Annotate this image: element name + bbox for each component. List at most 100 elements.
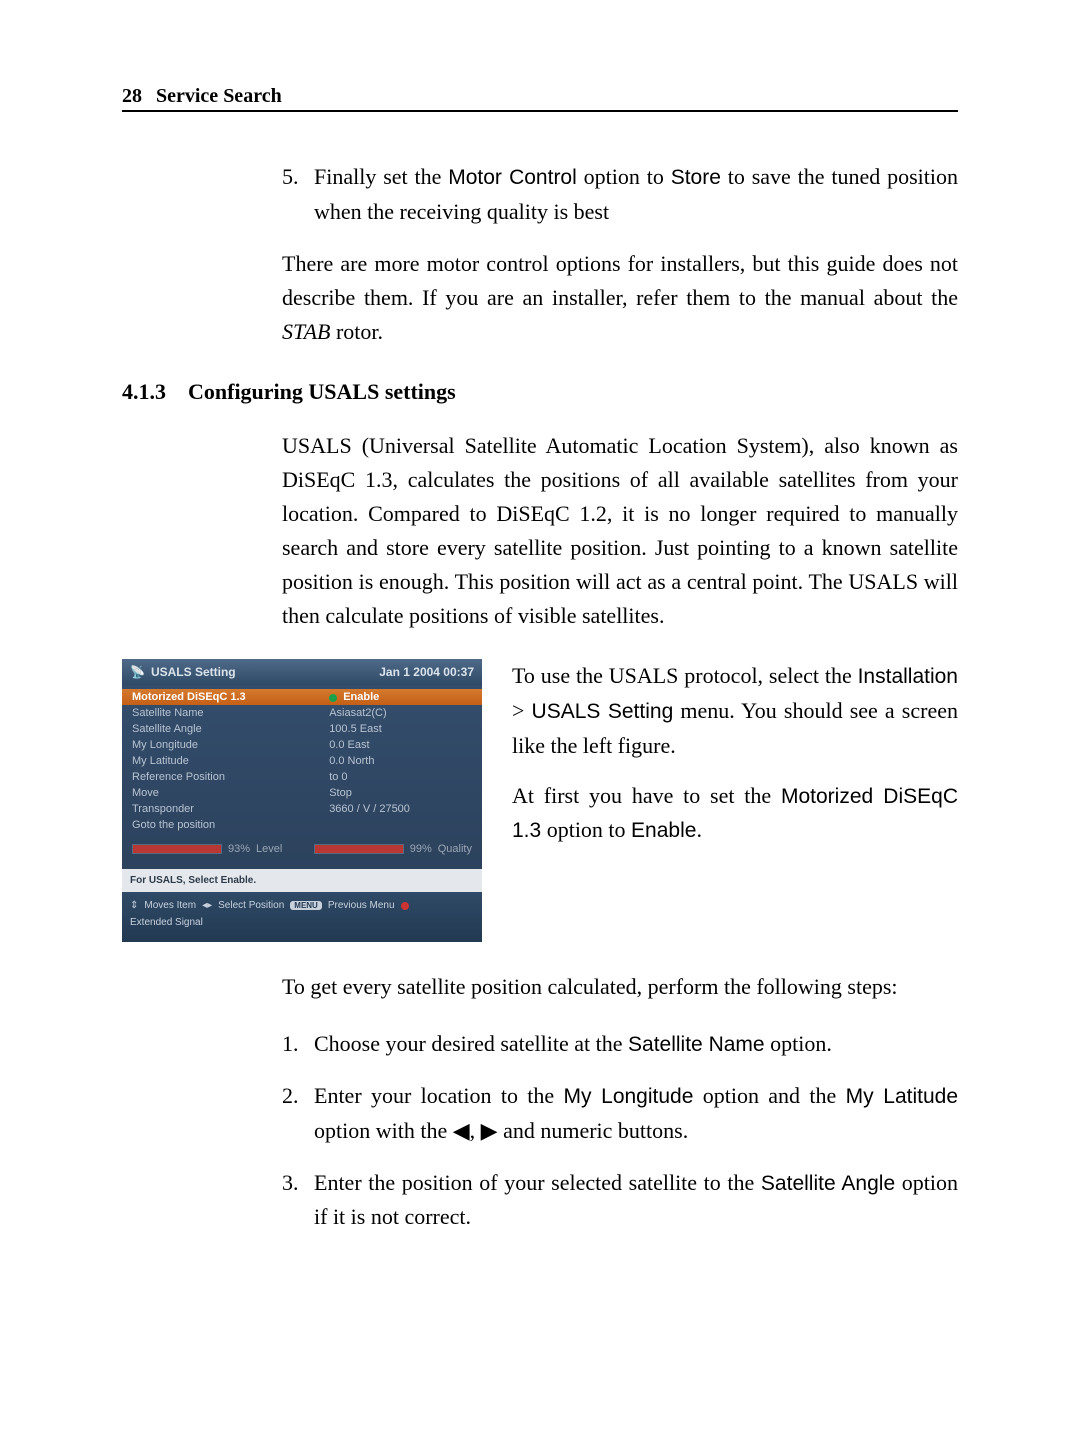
body-text: option to bbox=[541, 817, 631, 842]
leftright-icon: ◂▸ bbox=[202, 900, 212, 911]
side-para-2: At first you have to set the Motorized D… bbox=[512, 779, 958, 848]
usals-row-motorized[interactable]: Motorized DiSEqC 1.3 Enable bbox=[122, 689, 482, 705]
ui-option-satname: Satellite Name bbox=[628, 1033, 765, 1056]
list-number: 1. bbox=[282, 1027, 299, 1061]
row-label: My Longitude bbox=[132, 739, 329, 751]
usals-screenshot: 📡 USALS Setting Jan 1 2004 00:37 Motoriz… bbox=[122, 659, 482, 942]
key-strip: ⇕ Moves Item ◂▸ Select Position MENU Pre… bbox=[122, 892, 482, 942]
row-label: Transponder bbox=[132, 803, 329, 815]
ui-option-latitude: My Latitude bbox=[846, 1085, 958, 1108]
usals-intro: USALS (Universal Satellite Automatic Loc… bbox=[282, 429, 958, 634]
body-text: Enter the position of your selected sate… bbox=[314, 1170, 761, 1195]
row-label: Reference Position bbox=[132, 771, 329, 783]
body-text: . bbox=[696, 817, 702, 842]
body-text: option and the bbox=[693, 1083, 845, 1108]
ui-menu-installation: Installation bbox=[858, 665, 958, 688]
row-label: Satellite Angle bbox=[132, 723, 329, 735]
step-1: 1. Choose your desired satellite at the … bbox=[282, 1027, 958, 1062]
hint-extsignal: Extended Signal bbox=[130, 917, 203, 928]
quality-meter: 99% Quality bbox=[314, 843, 472, 855]
section-number: 4.1.3 bbox=[122, 379, 166, 405]
body-text: Finally set the bbox=[314, 164, 448, 189]
list-number: 3. bbox=[282, 1166, 299, 1200]
row-label: Move bbox=[132, 787, 329, 799]
body-text: At first you have to set the bbox=[512, 783, 781, 808]
side-para-1: To use the USALS protocol, select the In… bbox=[512, 659, 958, 762]
running-header: 28 Service Search bbox=[122, 85, 958, 112]
ui-option-satangle: Satellite Angle bbox=[761, 1172, 895, 1195]
row-label: Motorized DiSEqC 1.3 bbox=[132, 691, 329, 703]
quality-label: Quality bbox=[438, 843, 472, 855]
usals-titlebar: 📡 USALS Setting Jan 1 2004 00:37 bbox=[122, 659, 482, 685]
body-text: > bbox=[512, 698, 532, 723]
level-pct: 93% bbox=[228, 843, 250, 855]
body-text: option to bbox=[577, 164, 671, 189]
left-arrow-icon: ◀ bbox=[453, 1118, 470, 1143]
section-heading: 4.1.3 Configuring USALS settings bbox=[122, 379, 958, 405]
level-meter: 93% Level bbox=[132, 843, 282, 855]
body-text: option with the bbox=[314, 1118, 453, 1143]
row-label: Goto the position bbox=[132, 819, 329, 831]
ui-option-motor-control: Motor Control bbox=[448, 166, 577, 189]
list-number: 5. bbox=[282, 160, 299, 194]
ui-option-longitude: My Longitude bbox=[563, 1085, 693, 1108]
row-value: 100.5 East bbox=[329, 723, 472, 735]
signal-meters: 93% Level 99% Quality bbox=[122, 833, 482, 859]
row-value: 0.0 East bbox=[329, 739, 472, 751]
continued-list-item-5: 5. Finally set the Motor Control option … bbox=[282, 160, 958, 229]
body-text: option. bbox=[765, 1031, 832, 1056]
step-2: 2. Enter your location to the My Longitu… bbox=[282, 1079, 958, 1148]
row-value: 0.0 North bbox=[329, 755, 472, 767]
usals-row-transponder[interactable]: Transponder 3660 / V / 27500 bbox=[122, 801, 482, 817]
usals-row-latitude[interactable]: My Latitude 0.0 North bbox=[122, 753, 482, 769]
level-bar bbox=[132, 844, 222, 854]
body-text: To use the USALS protocol, select the bbox=[512, 663, 858, 688]
green-dot-icon bbox=[329, 694, 337, 702]
usals-row-refpos[interactable]: Reference Position to 0 bbox=[122, 769, 482, 785]
list-number: 2. bbox=[282, 1079, 299, 1113]
row-value: Stop bbox=[329, 787, 472, 799]
usals-row-goto[interactable]: Goto the position bbox=[122, 817, 482, 833]
usals-row-longitude[interactable]: My Longitude 0.0 East bbox=[122, 737, 482, 753]
ui-menu-usals-setting: USALS Setting bbox=[532, 700, 674, 723]
quality-pct: 99% bbox=[410, 843, 432, 855]
row-label: My Latitude bbox=[132, 755, 329, 767]
updown-icon: ⇕ bbox=[130, 900, 138, 911]
usals-body: Motorized DiSEqC 1.3 Enable Satellite Na… bbox=[122, 685, 482, 869]
level-label: Level bbox=[256, 843, 282, 855]
help-strip: For USALS, Select Enable. bbox=[122, 869, 482, 892]
stab-paragraph: There are more motor control options for… bbox=[282, 247, 958, 349]
usals-date: Jan 1 2004 00:37 bbox=[379, 665, 474, 679]
body-text: , bbox=[470, 1118, 481, 1143]
usals-title-text: USALS Setting bbox=[151, 665, 236, 679]
body-text: rotor. bbox=[330, 319, 383, 344]
ui-value-store: Store bbox=[671, 166, 721, 189]
menu-pill: MENU bbox=[290, 901, 322, 910]
quality-bar bbox=[314, 844, 404, 854]
usals-row-satname[interactable]: Satellite Name Asiasat2(C) bbox=[122, 705, 482, 721]
body-text: and numeric buttons. bbox=[498, 1118, 689, 1143]
row-value: to 0 bbox=[329, 771, 472, 783]
step-3: 3. Enter the position of your selected s… bbox=[282, 1166, 958, 1235]
hint-select: Select Position bbox=[218, 900, 284, 911]
usals-row-move[interactable]: Move Stop bbox=[122, 785, 482, 801]
hint-prevmenu: Previous Menu bbox=[328, 900, 395, 911]
body-text: There are more motor control options for… bbox=[282, 251, 958, 310]
page-number: 28 bbox=[122, 85, 142, 108]
usals-row-satangle[interactable]: Satellite Angle 100.5 East bbox=[122, 721, 482, 737]
sat-icon: 📡 bbox=[130, 665, 145, 679]
steps-intro: To get every satellite position calculat… bbox=[282, 970, 958, 1004]
row-value: 3660 / V / 27500 bbox=[329, 803, 472, 815]
row-value: Asiasat2(C) bbox=[329, 707, 472, 719]
section-title: Configuring USALS settings bbox=[188, 379, 456, 405]
stab-name: STAB bbox=[282, 319, 330, 344]
row-label: Satellite Name bbox=[132, 707, 329, 719]
right-arrow-icon: ▶ bbox=[481, 1118, 498, 1143]
hint-moves: Moves Item bbox=[144, 900, 196, 911]
row-value: Enable bbox=[329, 691, 472, 703]
ui-value-enable: Enable bbox=[631, 819, 696, 842]
running-head-title: Service Search bbox=[156, 85, 282, 108]
body-text: Enter your location to the bbox=[314, 1083, 563, 1108]
usals-ui-window: 📡 USALS Setting Jan 1 2004 00:37 Motoriz… bbox=[122, 659, 482, 942]
body-text: Choose your desired satellite at the bbox=[314, 1031, 628, 1056]
